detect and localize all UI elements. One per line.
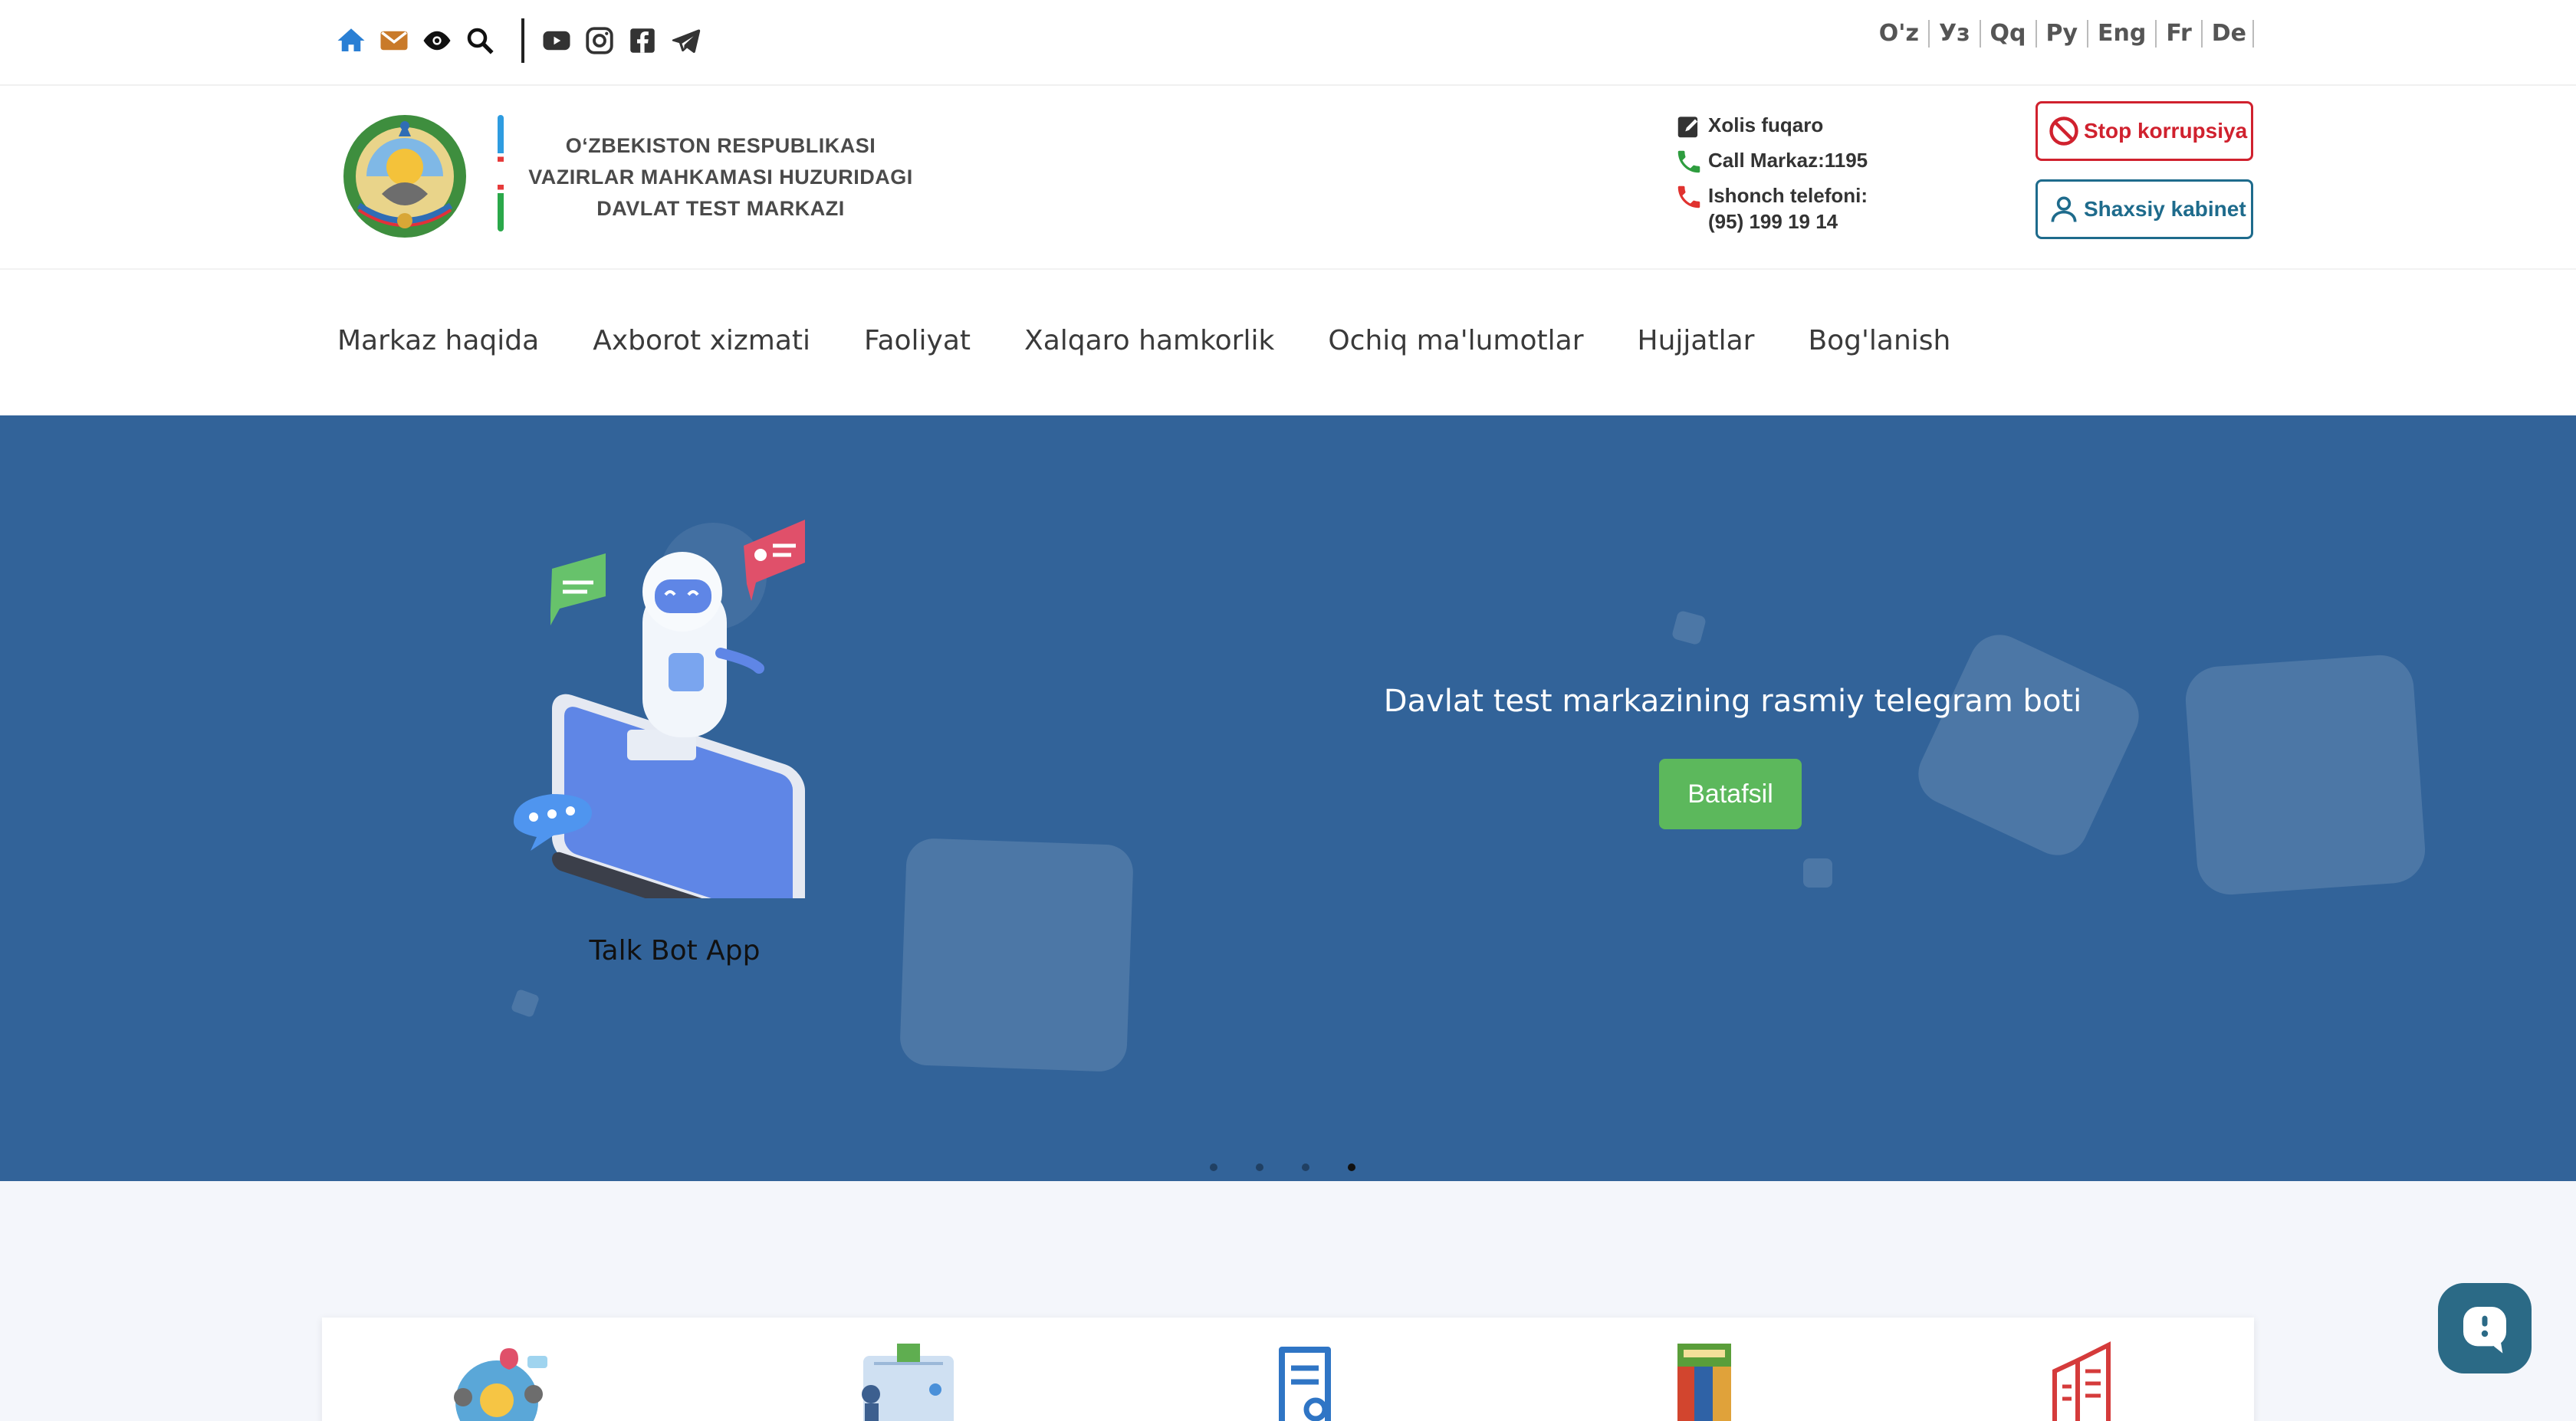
contact-call-center[interactable]: Call Markaz:1195 xyxy=(1674,147,1920,176)
slider-pagination xyxy=(1210,1163,1394,1171)
nav-item-news[interactable]: Axborot xizmati xyxy=(593,325,810,356)
contact-citizen-label: Xolis fuqaro xyxy=(1708,113,1824,136)
talk-bot-illustration xyxy=(514,520,805,898)
services-card-row xyxy=(322,1318,2254,1421)
organization-name[interactable]: O‘ZBEKISTON RESPUBLIKASI VAZIRLAR MAHKAM… xyxy=(521,130,920,225)
lang-french[interactable]: Fr xyxy=(2157,20,2203,48)
lang-german[interactable]: De xyxy=(2203,20,2254,48)
slider-dot-1[interactable] xyxy=(1210,1163,1217,1171)
nav-item-contact[interactable]: Bog'lanish xyxy=(1808,325,1950,356)
map-navigation-icon[interactable] xyxy=(843,1341,966,1421)
telegram-icon[interactable] xyxy=(664,21,707,61)
top-icons xyxy=(330,18,707,63)
nav-item-about[interactable]: Markaz haqida xyxy=(337,325,539,356)
contact-trust-phone[interactable]: Ishonch telefoni: (95) 199 19 14 xyxy=(1674,182,1920,235)
org-name-line-3: DAVLAT TEST MARKAZI xyxy=(596,197,845,220)
hero-slider: Talk Bot App Davlat test markazining ras… xyxy=(0,415,2576,1181)
mail-icon[interactable] xyxy=(373,21,416,61)
lang-karakalpak[interactable]: Qq xyxy=(1981,20,2037,48)
edit-note-icon xyxy=(1677,117,1698,138)
site-header: O‘ZBEKISTON RESPUBLIKASI VAZIRLAR MAHKAM… xyxy=(0,86,2576,270)
stop-corruption-button[interactable]: Stop korrupsiya xyxy=(2036,101,2253,161)
slider-dot-2[interactable] xyxy=(1256,1163,1263,1171)
services-section xyxy=(0,1181,2576,1421)
personal-cabinet-button[interactable]: Shaxsiy kabinet xyxy=(2036,179,2253,239)
separator xyxy=(521,18,524,63)
language-books-icon[interactable] xyxy=(1641,1341,1763,1421)
contact-block: Xolis fuqaro Call Markaz:1195 Ishonch te… xyxy=(1674,112,1920,241)
language-switcher: O'z Уз Qq Ру Eng Fr De xyxy=(1870,18,2254,49)
hero-title: Davlat test markazining rasmiy telegram … xyxy=(1383,684,2082,719)
block-icon xyxy=(2049,117,2078,146)
eye-icon[interactable] xyxy=(416,21,458,61)
stop-corruption-label: Stop korrupsiya xyxy=(2084,119,2248,143)
decor-square xyxy=(2183,652,2428,898)
nav-item-open-data[interactable]: Ochiq ma'lumotlar xyxy=(1328,325,1583,356)
youtube-icon[interactable] xyxy=(535,21,578,61)
lang-uz-cyrillic[interactable]: Уз xyxy=(1930,20,1981,48)
facebook-icon[interactable] xyxy=(621,21,664,61)
state-emblem-logo[interactable] xyxy=(336,106,474,244)
contact-trust-text: Ishonch telefoni: (95) 199 19 14 xyxy=(1708,182,1868,235)
decor-square xyxy=(1671,609,1707,646)
home-icon[interactable] xyxy=(330,21,373,61)
contact-trust-number: (95) 199 19 14 xyxy=(1708,210,1838,233)
nav-item-activity[interactable]: Faoliyat xyxy=(864,325,971,356)
lang-english[interactable]: Eng xyxy=(2088,20,2157,48)
org-name-line-2: VAZIRLAR MAHKAMASI HUZURIDAGI xyxy=(528,166,913,189)
contact-citizen[interactable]: Xolis fuqaro xyxy=(1674,112,1920,141)
personal-cabinet-label: Shaxsiy kabinet xyxy=(2084,197,2246,221)
hero-illustration-caption: Talk Bot App xyxy=(589,935,761,966)
org-name-line-1: O‘ZBEKISTON RESPUBLIKASI xyxy=(565,134,876,157)
instagram-icon[interactable] xyxy=(578,21,621,61)
contact-trust-label: Ishonch telefoni: xyxy=(1708,184,1868,207)
chat-widget-button[interactable] xyxy=(2438,1283,2532,1373)
slider-dot-4[interactable] xyxy=(1348,1163,1355,1171)
lang-russian[interactable]: Ру xyxy=(2037,20,2089,48)
search-icon[interactable] xyxy=(458,21,501,61)
innovation-globe-icon[interactable] xyxy=(435,1341,558,1421)
user-icon xyxy=(2051,196,2077,222)
lang-uz-latin[interactable]: O'z xyxy=(1870,20,1930,48)
nav-item-documents[interactable]: Hujjatlar xyxy=(1638,325,1755,356)
contact-call-label: Call Markaz:1195 xyxy=(1708,149,1868,172)
slider-dot-3[interactable] xyxy=(1302,1163,1309,1171)
details-button[interactable]: Batafsil xyxy=(1659,759,1802,829)
decor-square xyxy=(1908,625,2149,865)
main-navigation: Markaz haqida Axborot xizmati Faoliyat X… xyxy=(0,270,2576,415)
decor-square xyxy=(1803,858,1832,888)
phone-red-icon xyxy=(1677,185,1700,208)
phone-icon xyxy=(1677,150,1700,173)
document-edit-icon[interactable] xyxy=(1242,1341,1365,1421)
top-bar: O'z Уз Qq Ру Eng Fr De xyxy=(0,0,2576,86)
decor-square xyxy=(899,837,1135,1073)
chat-bubble-icon xyxy=(2463,1307,2506,1354)
buildings-icon[interactable] xyxy=(2024,1341,2147,1421)
flag-color-bar xyxy=(498,115,504,231)
decor-square xyxy=(510,988,540,1019)
nav-item-international[interactable]: Xalqaro hamkorlik xyxy=(1024,325,1274,356)
